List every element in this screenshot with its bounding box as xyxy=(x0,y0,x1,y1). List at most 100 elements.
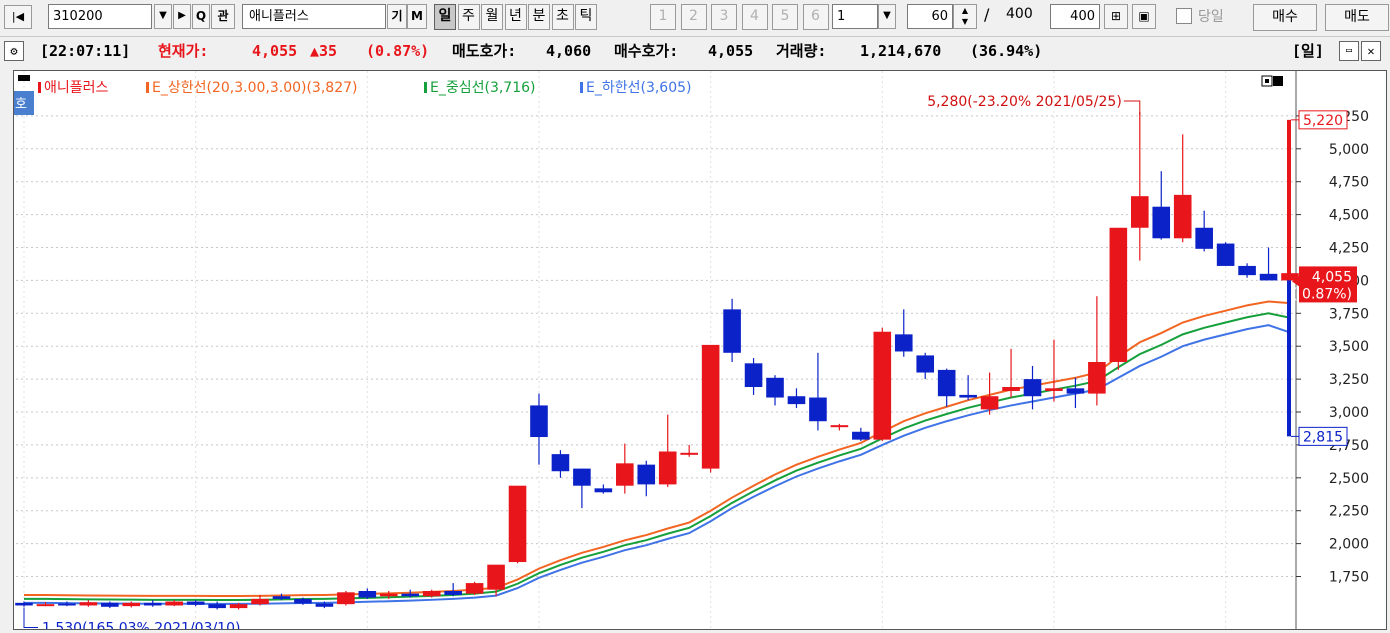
candle xyxy=(186,600,205,607)
candle xyxy=(1088,296,1106,406)
candle xyxy=(1195,210,1213,252)
count-spinner-icon[interactable]: ▲ ▼ xyxy=(953,4,977,29)
period-tab-5[interactable]: 초 xyxy=(551,4,574,30)
code-dropdown-icon[interactable]: ▼ xyxy=(154,4,172,29)
close-icon[interactable]: ✕ xyxy=(1361,41,1381,61)
buy-button[interactable]: 매수 xyxy=(1253,4,1317,31)
toolbar: |◀ 310200 ▼ ▶ Q 관 애니플러스 기 M 일주월년분초틱 1234… xyxy=(0,0,1390,36)
period-tab-1[interactable]: 주 xyxy=(457,4,480,30)
bid-value: 4,055 xyxy=(708,42,754,60)
legend-middle: E_중심선(3,716) xyxy=(430,80,536,96)
gwan-button[interactable]: 관 xyxy=(211,4,235,29)
candle xyxy=(1173,134,1192,243)
stock-name-field: 애니플러스 xyxy=(242,4,386,29)
minute-button-6[interactable]: 6 xyxy=(802,4,829,30)
panel-close-icon[interactable] xyxy=(1273,76,1283,86)
period-tab-4[interactable]: 분 xyxy=(528,4,550,30)
search-icon[interactable]: Q xyxy=(192,4,210,29)
candle xyxy=(79,600,98,607)
candle xyxy=(1130,111,1149,261)
low-annotation: 1,530(165.03% 2021/03/10) xyxy=(42,620,240,629)
minute-button-4[interactable]: 4 xyxy=(741,4,768,30)
today-checkbox[interactable] xyxy=(1176,8,1192,24)
candle xyxy=(551,450,570,478)
scale-low-label: 2,815 xyxy=(1303,429,1343,445)
legend-name: 애니플러스 xyxy=(44,80,109,96)
candle xyxy=(358,588,377,599)
ask-label: 매도호가: xyxy=(452,42,517,60)
period-tab-6[interactable]: 틱 xyxy=(575,4,597,30)
add-chart-icon[interactable]: ⊞ xyxy=(1104,4,1128,29)
settings-icon[interactable]: ⚙ xyxy=(4,41,24,61)
y-tick-label: 3,250 xyxy=(1329,372,1369,388)
gi-button[interactable]: 기 xyxy=(387,4,407,29)
y-tick-label: 4,500 xyxy=(1329,208,1369,224)
candle xyxy=(530,393,548,465)
legend-marker-upper xyxy=(146,82,149,93)
candle xyxy=(1109,227,1128,370)
y-tick-label: 2,250 xyxy=(1329,504,1369,520)
y-tick-label: 4,250 xyxy=(1329,241,1369,257)
scale-high-label: 5,220 xyxy=(1303,113,1343,129)
next-icon[interactable]: ▶ xyxy=(173,4,191,29)
minimize-icon[interactable]: ▭ xyxy=(1339,41,1359,61)
candle xyxy=(1066,377,1085,409)
candle xyxy=(830,423,849,431)
y-tick-label: 3,500 xyxy=(1329,339,1369,355)
candle xyxy=(809,352,827,431)
m-button[interactable]: M xyxy=(407,4,427,29)
last-pct-label: ( 0.87%) xyxy=(1292,286,1352,302)
middle-band-line xyxy=(24,312,1291,601)
bid-label: 매수호가: xyxy=(614,42,679,60)
sell-button[interactable]: 매도 xyxy=(1325,4,1389,31)
legend-upper: E_상한선(20,3.00,3.00)(3,827) xyxy=(152,80,357,96)
save-icon[interactable]: ▣ xyxy=(1132,4,1156,29)
legend-marker-lower xyxy=(580,82,583,93)
candlestick-chart[interactable]: 1,7502,0002,2502,5002,7503,0003,2503,500… xyxy=(8,71,1386,633)
low-annotation-pointer xyxy=(23,607,38,628)
first-icon[interactable]: |◀ xyxy=(4,5,32,29)
candle xyxy=(616,443,634,494)
period-badge: [일] xyxy=(1292,42,1324,60)
ask-value: 4,060 xyxy=(546,42,592,60)
y-tick-label: 1,750 xyxy=(1329,570,1369,586)
candle xyxy=(852,427,870,441)
minute-button-1[interactable]: 1 xyxy=(650,4,676,30)
minute-button-3[interactable]: 3 xyxy=(711,4,737,30)
minute-button-2[interactable]: 2 xyxy=(680,4,707,30)
candle xyxy=(1259,247,1278,281)
y-tick-label: 2,000 xyxy=(1329,537,1369,553)
total-label: 400 xyxy=(1006,6,1033,22)
candle xyxy=(916,352,935,380)
candle xyxy=(165,600,184,607)
volume-value: 1,214,670 xyxy=(860,42,942,60)
candle xyxy=(680,444,698,457)
legend-marker-middle xyxy=(424,82,427,93)
candle xyxy=(937,368,956,407)
candle xyxy=(1238,263,1256,278)
candle xyxy=(573,468,591,509)
period-tab-2[interactable]: 월 xyxy=(481,4,503,30)
y-tick-label: 2,500 xyxy=(1329,471,1369,487)
minute-button-5[interactable]: 5 xyxy=(772,4,798,30)
chart-panel: 1,750 2,000 2,250 2,500 2,750 3,000 3,250 3,500… xyxy=(8,70,1387,633)
candle xyxy=(637,460,656,497)
minute-dropdown-icon[interactable]: ▼ xyxy=(878,4,896,29)
period-tab-0[interactable]: 일 xyxy=(434,4,456,30)
last-price-label: 4,055 xyxy=(1312,269,1352,285)
period-tab-3[interactable]: 년 xyxy=(504,4,527,30)
candle xyxy=(766,375,784,406)
total-input[interactable]: 400 xyxy=(1050,4,1100,29)
candle xyxy=(723,298,741,363)
change-pct: (0.87%) xyxy=(366,42,430,60)
change-value: ▲35 xyxy=(310,42,338,60)
count-input[interactable]: 60 xyxy=(907,4,953,29)
y-tick-label: 4,750 xyxy=(1329,175,1369,191)
legend-black-icon xyxy=(18,75,30,81)
candle xyxy=(873,327,892,441)
candle xyxy=(594,484,613,494)
code-input[interactable]: 310200 xyxy=(48,4,152,29)
minute-select[interactable]: 1 xyxy=(832,4,878,29)
candle xyxy=(744,358,763,395)
candle xyxy=(1216,242,1235,266)
